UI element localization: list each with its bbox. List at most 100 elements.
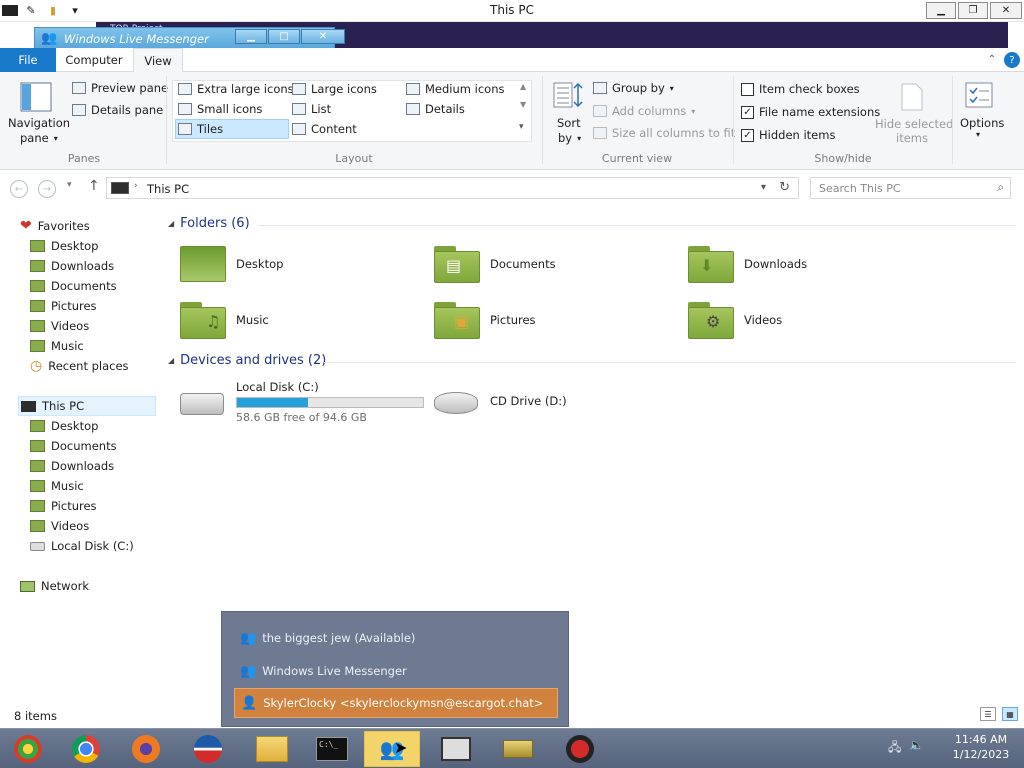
size-columns-button[interactable]: Size all columns to fit — [593, 126, 735, 140]
taskbar-firefox[interactable] — [118, 731, 174, 767]
nav-network[interactable]: Network — [20, 576, 89, 596]
tab-view[interactable]: View — [133, 48, 183, 73]
address-bar[interactable]: › This PC ▾ ↻ — [106, 177, 799, 199]
nav-pc-pictures[interactable]: Pictures — [30, 496, 97, 516]
messenger-jump-list: 👥 the biggest jew (Available) 👥 Windows … — [221, 611, 569, 727]
gallery-scroll-up-icon[interactable]: ▲ — [520, 82, 526, 91]
documents-folder-icon — [30, 280, 45, 292]
file-name-extensions-toggle[interactable]: ✓ File name extensions — [741, 105, 880, 119]
options-button[interactable]: Options — [960, 116, 1004, 130]
search-box[interactable]: Search This PC ⌕ — [810, 177, 1011, 199]
layout-tiles[interactable]: Tiles — [178, 122, 223, 136]
messenger-close-button[interactable]: ✕ — [301, 29, 345, 44]
collapse-ribbon-icon[interactable]: ⌃ — [988, 54, 996, 65]
drive-cd-d[interactable]: CD Drive (D:) — [434, 384, 567, 418]
nav-favorites[interactable]: ❤ Favorites — [20, 216, 90, 236]
clock[interactable]: 11:46 AM 1/12/2023 — [948, 732, 1014, 762]
nav-fav-documents[interactable]: Documents — [30, 276, 117, 296]
taskbar-file-explorer[interactable] — [244, 731, 300, 767]
restore-button[interactable]: ❐ — [958, 2, 988, 19]
nav-fav-videos[interactable]: Videos — [30, 316, 89, 336]
nav-this-pc[interactable]: This PC — [18, 396, 156, 416]
taskbar-command-prompt[interactable]: C:\_ — [304, 731, 360, 767]
nav-fav-recent-places[interactable]: ◷ Recent places — [30, 356, 129, 376]
address-dropdown-icon[interactable]: ▾ — [761, 182, 766, 193]
file-name-extensions-checkbox[interactable]: ✓ — [741, 105, 754, 119]
layout-list[interactable]: List — [292, 102, 331, 116]
folder-desktop[interactable]: Desktop — [180, 244, 283, 284]
navigation-pane-button[interactable]: Navigation — [8, 116, 70, 130]
messenger-minimize-button[interactable]: ▁ — [235, 29, 267, 44]
add-columns-button[interactable]: Add columns ▾ — [593, 104, 695, 118]
tab-file[interactable]: File — [0, 48, 56, 72]
gallery-scroll-down-icon[interactable]: ▼ — [520, 100, 526, 109]
layout-details[interactable]: Details — [406, 102, 465, 116]
back-button[interactable]: ← — [10, 180, 28, 198]
nav-fav-pictures[interactable]: Pictures — [30, 296, 97, 316]
preview-pane-button[interactable]: Preview pane — [72, 81, 168, 95]
minimize-button[interactable]: ▁ — [926, 2, 956, 19]
chevron-right-icon[interactable]: › — [134, 181, 138, 191]
recent-locations-icon[interactable]: ▾ — [67, 180, 72, 190]
hidden-items-checkbox[interactable]: ✓ — [741, 128, 754, 142]
details-view-icon[interactable]: ☰ — [980, 707, 996, 721]
popup-item-buddy[interactable]: 👥 the biggest jew (Available) — [234, 623, 558, 653]
folder-videos[interactable]: ⚙ Videos — [688, 300, 782, 340]
hidden-items-toggle[interactable]: ✓ Hidden items — [741, 128, 835, 142]
taskbar-obama[interactable] — [180, 731, 236, 767]
breadcrumb-this-pc[interactable]: This PC — [147, 182, 189, 196]
nav-fav-downloads[interactable]: Downloads — [30, 256, 114, 276]
gallery-more-icon[interactable]: ▾ — [519, 122, 524, 132]
help-icon[interactable]: ? — [1004, 52, 1020, 68]
nav-pc-desktop[interactable]: Desktop — [30, 416, 98, 436]
sort-by-button[interactable]: Sort — [557, 116, 581, 130]
hide-selected-items-button[interactable]: Hide selected — [875, 117, 953, 131]
folder-downloads[interactable]: ⬇ Downloads — [688, 244, 807, 284]
taskbar-remote-desktop[interactable] — [428, 731, 484, 767]
layout-large-icons[interactable]: Large icons — [292, 82, 377, 96]
layout-extra-large-icons[interactable]: Extra large icons — [178, 82, 294, 96]
details-pane-button[interactable]: Details pane — [72, 103, 163, 117]
start-button[interactable] — [0, 731, 56, 767]
group-by-button[interactable]: Group by ▾ — [593, 81, 674, 95]
nav-pc-downloads[interactable]: Downloads — [30, 456, 114, 476]
folder-music[interactable]: ♫ Music — [180, 300, 269, 340]
large-icons-view-icon[interactable]: ▦ — [1002, 707, 1018, 721]
nav-pc-local-disk[interactable]: Local Disk (C:) — [30, 536, 134, 556]
up-button[interactable]: ↑ — [88, 178, 100, 194]
taskbar-messenger[interactable]: 👥 — [364, 731, 420, 767]
taskbar-chrome[interactable] — [58, 731, 114, 767]
messenger-title-bar[interactable]: 👥 Windows Live Messenger ▁ □ ✕ — [34, 27, 345, 49]
folders-section-header[interactable]: ◢ Folders (6) — [168, 216, 250, 231]
network-tray-icon[interactable]: 🖧 — [888, 738, 901, 759]
folder-documents[interactable]: ▤ Documents — [434, 244, 556, 284]
layout-small-icons[interactable]: Small icons — [178, 102, 262, 116]
forward-button[interactable]: → — [38, 180, 56, 198]
devices-section-header[interactable]: ◢ Devices and drives (2) — [168, 353, 326, 368]
large-icons-label: Large icons — [311, 82, 377, 96]
popup-item-account[interactable]: 👤 SkylerClocky <skylerclockymsn@escargot… — [234, 688, 558, 718]
nav-pc-documents[interactable]: Documents — [30, 436, 117, 456]
search-input[interactable]: Search This PC — [819, 182, 901, 195]
close-button[interactable]: ✕ — [990, 2, 1022, 19]
volume-icon[interactable]: 🔈 — [909, 738, 924, 759]
layout-medium-icons[interactable]: Medium icons — [406, 82, 504, 96]
search-icon[interactable]: ⌕ — [997, 180, 1004, 195]
folder-pictures[interactable]: ▣ Pictures — [434, 300, 536, 340]
taskbar-drive-app[interactable] — [490, 731, 546, 767]
messenger-maximize-button[interactable]: □ — [268, 29, 300, 44]
popup-item-messenger[interactable]: 👥 Windows Live Messenger — [234, 656, 558, 686]
tab-computer[interactable]: Computer — [57, 48, 131, 72]
nav-pc-music[interactable]: Music — [30, 476, 84, 496]
refresh-icon[interactable]: ↻ — [779, 180, 790, 195]
layout-content[interactable]: Content — [292, 122, 357, 136]
recent-places-icon: ◷ — [30, 358, 43, 374]
nav-pc-videos[interactable]: Videos — [30, 516, 89, 536]
nav-fav-desktop[interactable]: Desktop — [30, 236, 98, 256]
drive-local-disk-c[interactable]: Local Disk (C:) 58.6 GB free of 94.6 GB — [180, 380, 424, 424]
taskbar-red-app[interactable] — [552, 731, 608, 767]
item-check-boxes-toggle[interactable]: Item check boxes — [741, 82, 860, 96]
drive-usage-bar — [236, 397, 424, 408]
nav-fav-music[interactable]: Music — [30, 336, 84, 356]
item-check-boxes-checkbox[interactable] — [741, 82, 754, 96]
